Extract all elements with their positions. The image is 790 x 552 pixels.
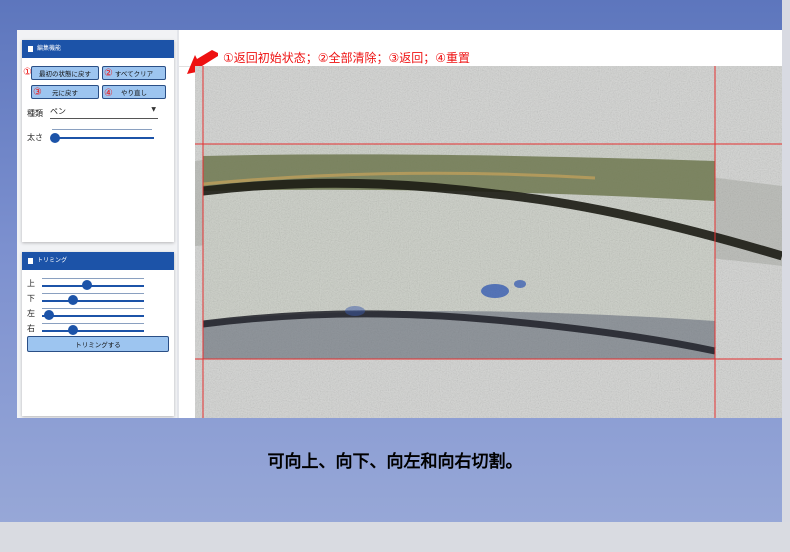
type-label: 種類 [27,109,43,118]
trim-bottom-label: 下 [27,294,35,303]
marker-2: ② [104,68,113,79]
thickness-slider[interactable] [52,137,154,139]
marker-3: ③ [33,87,42,98]
app-screenshot: 編集機能 最初の状態に戻す すべてクリア 元に戻す やり直し ① ② ③ ④ 種… [17,30,782,418]
trim-right-knob[interactable] [68,325,78,335]
trim-bottom-slider[interactable] [42,300,144,302]
trim-button[interactable]: トリミングする [27,336,169,352]
type-select-value: ペン [50,107,66,116]
panel-separator [177,30,179,418]
trim-icon [28,257,33,264]
trim-top-slider[interactable] [42,285,144,287]
type-select[interactable]: ペン ▼ [50,106,158,119]
thickness-label: 太さ [27,133,43,142]
image-canvas[interactable] [195,66,782,418]
edit-icon [28,45,33,52]
trim-bottom-knob[interactable] [68,295,78,305]
trim-bottom-track-hint [42,293,144,294]
trim-right-label: 右 [27,324,35,333]
marker-4: ④ [104,88,113,99]
edit-card-title: 編集機能 [37,45,62,52]
annotation-text: ①返回初始状态；②全部清除；③返回；④重置 [223,51,471,65]
trim-card: トリミング 上 下 左 右 トリミングする [22,252,174,416]
trim-top-knob[interactable] [82,280,92,290]
trim-left-label: 左 [27,309,35,318]
reset-button[interactable]: 最初の状態に戻す [31,66,99,80]
bottom-edge-bar [0,522,790,552]
caption-text: 可向上、向下、向左和向右切割。 [267,452,523,472]
thickness-knob[interactable] [50,133,60,143]
edit-card: 編集機能 最初の状態に戻す すべてクリア 元に戻す やり直し ① ② ③ ④ 種… [22,40,174,242]
chevron-down-icon: ▼ [151,106,156,113]
trim-right-slider[interactable] [42,330,144,332]
marker-1: ① [23,67,32,78]
trim-left-knob[interactable] [44,310,54,320]
trim-top-track-hint [42,278,144,279]
trim-right-track-hint [42,323,144,324]
thickness-track-top [52,129,152,130]
trim-top-label: 上 [27,279,35,288]
microscope-image [195,66,782,418]
edit-card-header: 編集機能 [22,40,174,58]
trim-left-track-hint [42,308,144,309]
trim-card-header: トリミング [22,252,174,270]
trim-card-title: トリミング [37,257,68,264]
trim-left-slider[interactable] [42,315,144,317]
